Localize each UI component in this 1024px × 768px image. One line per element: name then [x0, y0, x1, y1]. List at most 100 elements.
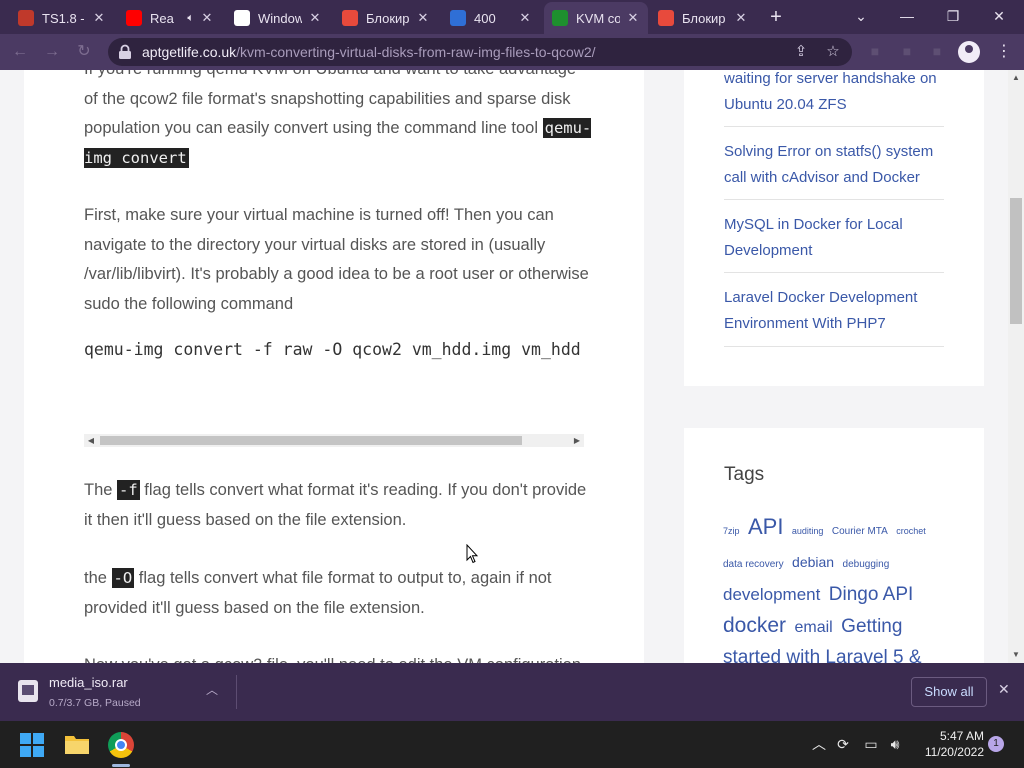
tab-title: KVM co — [576, 10, 620, 26]
forward-arrow-icon[interactable]: → — [40, 40, 64, 64]
divider — [724, 346, 944, 347]
form-icon — [18, 10, 34, 26]
browser-tab[interactable]: Window ✕ — [226, 4, 330, 32]
tag-link[interactable]: API — [748, 514, 783, 539]
menu-kebab-icon[interactable]: ⋮ — [996, 40, 1012, 64]
extension-icon[interactable]: ■ — [866, 43, 884, 61]
page-vertical-scrollbar[interactable]: ▲ ▼ — [1008, 70, 1024, 663]
scroll-left-arrow-icon[interactable]: ◀ — [85, 434, 97, 447]
recent-post-link[interactable]: Laravel Docker Development Environment W… — [724, 285, 948, 337]
url-path: /kvm-converting-virtual-disks-from-raw-i… — [236, 44, 596, 60]
download-item[interactable]: media_iso.rar 0.7/3.7 GB, Paused ︿ — [8, 669, 232, 715]
scrollbar-thumb[interactable] — [1010, 198, 1022, 324]
browser-tab[interactable]: TS1.8 - Я ✕ — [10, 4, 114, 32]
tab-close-icon[interactable]: ✕ — [626, 10, 640, 26]
scroll-right-arrow-icon[interactable]: ▶ — [571, 434, 583, 447]
download-filename: media_iso.rar — [49, 675, 128, 690]
tag-link[interactable]: docker — [723, 614, 786, 637]
browser-tab[interactable]: Rea 🔈︎ ✕ — [118, 4, 222, 32]
tab-close-icon[interactable]: ✕ — [308, 10, 322, 26]
inline-code: -O — [111, 568, 135, 588]
url-host: aptgetlife.co.uk — [142, 44, 237, 60]
scrollbar-thumb[interactable] — [100, 436, 522, 445]
back-arrow-icon[interactable]: ← — [8, 40, 32, 64]
chevron-up-icon[interactable]: ︿ — [206, 681, 218, 698]
mouse-cursor-icon — [466, 544, 478, 564]
tab-title: TS1.8 - Я — [42, 10, 86, 26]
browser-tab[interactable]: Блокир ✕ — [334, 4, 438, 32]
tag-link[interactable]: email — [794, 619, 832, 636]
code-horizontal-scrollbar[interactable]: ◀ ▶ — [84, 434, 584, 447]
scroll-up-arrow-icon[interactable]: ▲ — [1008, 70, 1024, 86]
reload-icon[interactable]: ↻ — [72, 40, 96, 64]
chrome-icon[interactable] — [108, 732, 134, 758]
browser-tab[interactable]: KVM co ✕ — [544, 2, 648, 34]
text: flag tells convert what file format to o… — [84, 569, 552, 617]
extensions-puzzle-icon[interactable]: ■ — [928, 43, 946, 61]
profile-avatar-icon[interactable] — [958, 41, 980, 63]
system-clock[interactable]: 5:47 AM 11/20/2022 — [912, 728, 984, 760]
browser-tab[interactable]: 400 ✕ — [442, 4, 540, 32]
minimize-icon[interactable]: — — [884, 4, 930, 28]
tag-link[interactable]: data recovery — [723, 559, 784, 570]
file-explorer-icon[interactable] — [64, 733, 90, 755]
address-bar[interactable]: aptgetlife.co.uk/kvm-converting-virtual-… — [108, 38, 852, 66]
instructions-paragraph: First, make sure your virtual machine is… — [84, 206, 589, 313]
tab-search-icon[interactable]: ⌄ — [838, 4, 884, 28]
extension-icon[interactable]: ■ — [898, 43, 916, 61]
audio-playing-icon[interactable]: 🔈︎ — [187, 12, 194, 25]
tags-heading: Tags — [724, 464, 765, 485]
tab-title: Window — [258, 10, 302, 26]
code-line: qemu-img convert -f raw -O qcow2 vm_hdd.… — [84, 340, 584, 359]
scroll-down-arrow-icon[interactable]: ▼ — [1008, 647, 1024, 663]
recent-post-link[interactable]: MySQL in Docker for Local Development — [724, 212, 948, 264]
site-icon — [552, 10, 568, 26]
close-window-icon[interactable]: ✕ — [976, 4, 1022, 28]
bookmark-star-icon[interactable]: ☆ — [824, 43, 842, 61]
tag-link[interactable]: Dingo API — [829, 584, 914, 605]
new-tab-button[interactable]: + — [764, 6, 788, 30]
tab-close-icon[interactable]: ✕ — [200, 10, 214, 26]
close-icon[interactable]: ✕ — [998, 681, 1010, 698]
tag-link[interactable]: crochet — [896, 526, 926, 536]
url-text[interactable]: aptgetlife.co.uk/kvm-converting-virtual-… — [142, 44, 596, 60]
tab-close-icon[interactable]: ✕ — [416, 10, 430, 26]
tag-link[interactable]: Courier MTA — [832, 526, 888, 537]
tab-close-icon[interactable]: ✕ — [92, 10, 106, 26]
recent-post-link[interactable]: Solving Error on statfs() system call wi… — [724, 139, 948, 191]
recent-post-link[interactable]: waiting for server handshake on Ubuntu 2… — [724, 70, 948, 118]
tab-close-icon[interactable]: ✕ — [734, 10, 748, 26]
windows-start-icon[interactable] — [20, 733, 44, 757]
next-step-paragraph: Now you've got a qcow2 file, you'll need… — [84, 651, 594, 663]
lock-icon[interactable] — [118, 44, 132, 60]
youtube-icon — [126, 10, 142, 26]
share-icon[interactable]: ⇪ — [792, 43, 810, 61]
tag-link[interactable]: 7zip — [723, 526, 740, 536]
code-block: qemu-img convert -f raw -O qcow2 vm_hdd.… — [84, 340, 584, 380]
notification-badge[interactable]: 1 — [988, 736, 1004, 752]
volume-icon[interactable]: 🔊︎ — [886, 735, 904, 753]
tag-link[interactable]: debugging — [843, 559, 890, 570]
tag-link[interactable]: auditing — [792, 526, 824, 536]
sync-icon[interactable]: ⟳ — [834, 735, 852, 753]
tab-title: 400 — [474, 10, 496, 26]
divider — [236, 675, 237, 709]
tab-close-icon[interactable]: ✕ — [518, 10, 532, 26]
text: the — [84, 569, 112, 587]
show-all-button[interactable]: Show all — [911, 677, 987, 707]
wave-icon — [450, 10, 466, 26]
browser-tab[interactable]: Блокир ✕ — [650, 4, 756, 32]
active-app-indicator — [112, 764, 130, 767]
text: flag tells convert what format it's read… — [84, 481, 587, 529]
restore-icon[interactable]: ❐ — [930, 4, 976, 28]
tag-link[interactable]: debian — [792, 554, 834, 570]
o-flag-paragraph: the -O flag tells convert what file form… — [84, 564, 594, 623]
network-icon[interactable]: ▭ — [862, 735, 880, 753]
chevron-up-icon[interactable]: ︿ — [810, 735, 828, 753]
download-status: 0.7/3.7 GB, Paused — [49, 697, 141, 709]
f-flag-paragraph: The -f flag tells convert what format it… — [84, 476, 594, 535]
divider — [724, 199, 944, 200]
intro-paragraph: If you're running qemu KVM on Ubuntu and… — [84, 70, 594, 173]
tag-link[interactable]: development — [723, 585, 820, 604]
doc-icon — [234, 10, 250, 26]
